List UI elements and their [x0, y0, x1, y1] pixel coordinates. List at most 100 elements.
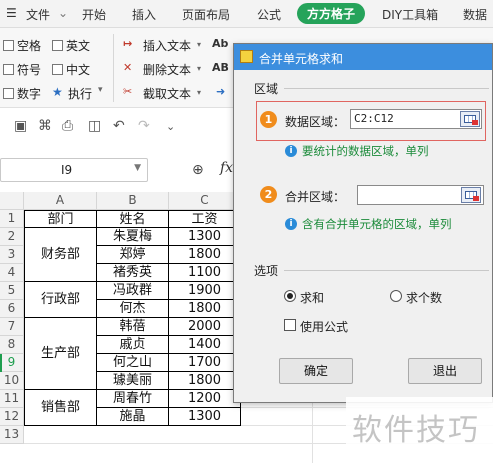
delete-dropdown-icon[interactable]: ▾	[197, 64, 201, 73]
save-icon[interactable]: ▣	[14, 118, 27, 134]
row-header-4[interactable]: 4	[0, 264, 24, 282]
cell-dept-merged[interactable]: 销售部	[24, 390, 97, 426]
cancel-button[interactable]: 退出	[408, 358, 482, 384]
column-header-a[interactable]: A	[24, 192, 97, 210]
checkbox-space[interactable]	[3, 40, 14, 51]
cut-text-button[interactable]: 截取文本	[143, 85, 191, 102]
checkbox-chinese[interactable]	[52, 64, 63, 75]
tab-insert[interactable]: 插入	[132, 6, 156, 23]
tab-start[interactable]: 开始	[82, 6, 106, 23]
menu-file[interactable]: 文件	[26, 6, 50, 23]
cell-header-name[interactable]: 姓名	[97, 210, 169, 228]
arrow-right-icon[interactable]: ➜	[216, 85, 225, 98]
tab-data[interactable]: 数据	[463, 6, 487, 23]
insert-text-button[interactable]: 插入文本	[143, 37, 191, 54]
row-header-7[interactable]: 7	[0, 318, 24, 336]
delete-text-button[interactable]: 删除文本	[143, 61, 191, 78]
cell-salary[interactable]: 1200	[169, 390, 241, 408]
cell-salary[interactable]: 1300	[169, 228, 241, 246]
column-header-c[interactable]: C	[169, 192, 241, 210]
cell-name[interactable]: 冯政群	[97, 282, 169, 300]
row-header-10[interactable]: 10	[0, 372, 24, 390]
exec-button[interactable]: 执行	[68, 85, 92, 102]
tab-diy-toolbox[interactable]: DIY工具箱	[382, 6, 438, 23]
print-icon[interactable]: ⎙	[62, 118, 73, 134]
undo-icon[interactable]: ↶	[113, 118, 125, 134]
cell-name[interactable]: 璩美丽	[97, 372, 169, 390]
row-header-6[interactable]: 6	[0, 300, 24, 318]
select-all-corner[interactable]	[0, 192, 24, 210]
tab-fangfang[interactable]: 方方格子	[297, 3, 366, 24]
cell-salary[interactable]: 1300	[169, 408, 241, 426]
info-icon: i	[285, 218, 297, 230]
use-formula-label[interactable]: 使用公式	[300, 318, 348, 335]
row-header-1[interactable]: 1	[0, 210, 24, 228]
row-header-9[interactable]: 9	[0, 354, 24, 372]
redo-icon[interactable]: ↷	[138, 118, 150, 134]
row-header-11[interactable]: 11	[0, 390, 24, 408]
exec-dropdown-icon[interactable]: ▾	[98, 85, 103, 95]
cell-header-dept[interactable]: 部门	[24, 210, 97, 228]
cell-dept-merged[interactable]: 生产部	[24, 318, 97, 390]
cell-dept-merged[interactable]: 财务部	[24, 228, 97, 282]
cut-text-icon: ✂	[123, 85, 133, 98]
cell-salary[interactable]: 1800	[169, 372, 241, 390]
row-header-8[interactable]: 8	[0, 336, 24, 354]
cell-name[interactable]: 何杰	[97, 300, 169, 318]
cell-salary[interactable]: 1800	[169, 246, 241, 264]
checkbox-english[interactable]	[52, 40, 63, 51]
checkbox-symbol[interactable]	[3, 64, 14, 75]
cut-dropdown-icon[interactable]: ▾	[197, 88, 201, 97]
fx-icon[interactable]: fx	[220, 160, 233, 176]
row-header-2[interactable]: 2	[0, 228, 24, 246]
cell-name[interactable]: 褚秀英	[97, 264, 169, 282]
cell-salary[interactable]: 1700	[169, 354, 241, 372]
name-box[interactable]: I9 ▼	[0, 158, 148, 182]
ok-button[interactable]: 确定	[279, 358, 353, 384]
text-case-icon-2[interactable]: AB	[212, 61, 229, 74]
row-header-12[interactable]: 12	[0, 408, 24, 426]
cell-salary[interactable]: 1900	[169, 282, 241, 300]
file-chevron-icon[interactable]: ⌄	[58, 6, 68, 20]
cell-salary[interactable]: 1100	[169, 264, 241, 282]
dialog-title: 合并单元格求和	[259, 52, 344, 66]
use-formula-checkbox[interactable]	[284, 319, 296, 331]
cell-name[interactable]: 韩蓓	[97, 318, 169, 336]
print-preview-icon[interactable]: ◫	[88, 118, 101, 134]
cell-name[interactable]: 周春竹	[97, 390, 169, 408]
text-case-icon[interactable]: Ab	[212, 37, 228, 50]
format-painter-icon[interactable]: ⌘	[38, 118, 52, 134]
cell-salary[interactable]: 2000	[169, 318, 241, 336]
data-area-picker-icon[interactable]	[460, 111, 480, 127]
cell-dept-merged[interactable]: 行政部	[24, 282, 97, 318]
merge-area-picker-icon[interactable]	[461, 187, 481, 203]
tab-page-layout[interactable]: 页面布局	[182, 6, 230, 23]
row-header-5[interactable]: 5	[0, 282, 24, 300]
radio-count-label[interactable]: 求个数	[406, 289, 442, 306]
cell-name[interactable]: 施晶	[97, 408, 169, 426]
radio-sum[interactable]	[284, 290, 296, 302]
row-header-3[interactable]: 3	[0, 246, 24, 264]
step-2-badge: 2	[260, 186, 277, 203]
hamburger-icon[interactable]: ☰	[6, 6, 17, 20]
name-box-dropdown-icon[interactable]: ▼	[134, 163, 141, 173]
star-icon: ★	[52, 85, 63, 99]
insert-dropdown-icon[interactable]: ▾	[197, 40, 201, 49]
section-options-line	[284, 270, 489, 271]
cell-name[interactable]: 郑婷	[97, 246, 169, 264]
dialog-title-bar[interactable]: 合并单元格求和	[234, 44, 492, 70]
cell-name[interactable]: 戚贞	[97, 336, 169, 354]
cell-name[interactable]: 朱夏梅	[97, 228, 169, 246]
radio-sum-label[interactable]: 求和	[300, 289, 324, 306]
customize-toolbar-icon[interactable]: ⌄	[166, 120, 175, 133]
column-header-b[interactable]: B	[97, 192, 169, 210]
cell-header-salary[interactable]: 工资	[169, 210, 241, 228]
zoom-icon[interactable]: ⊕	[192, 162, 204, 178]
cell-salary[interactable]: 1800	[169, 300, 241, 318]
row-header-13[interactable]: 13	[0, 426, 24, 444]
checkbox-number[interactable]	[3, 88, 14, 99]
tab-formula[interactable]: 公式	[257, 6, 281, 23]
cell-name[interactable]: 何之山	[97, 354, 169, 372]
cell-salary[interactable]: 1400	[169, 336, 241, 354]
radio-count[interactable]	[390, 290, 402, 302]
